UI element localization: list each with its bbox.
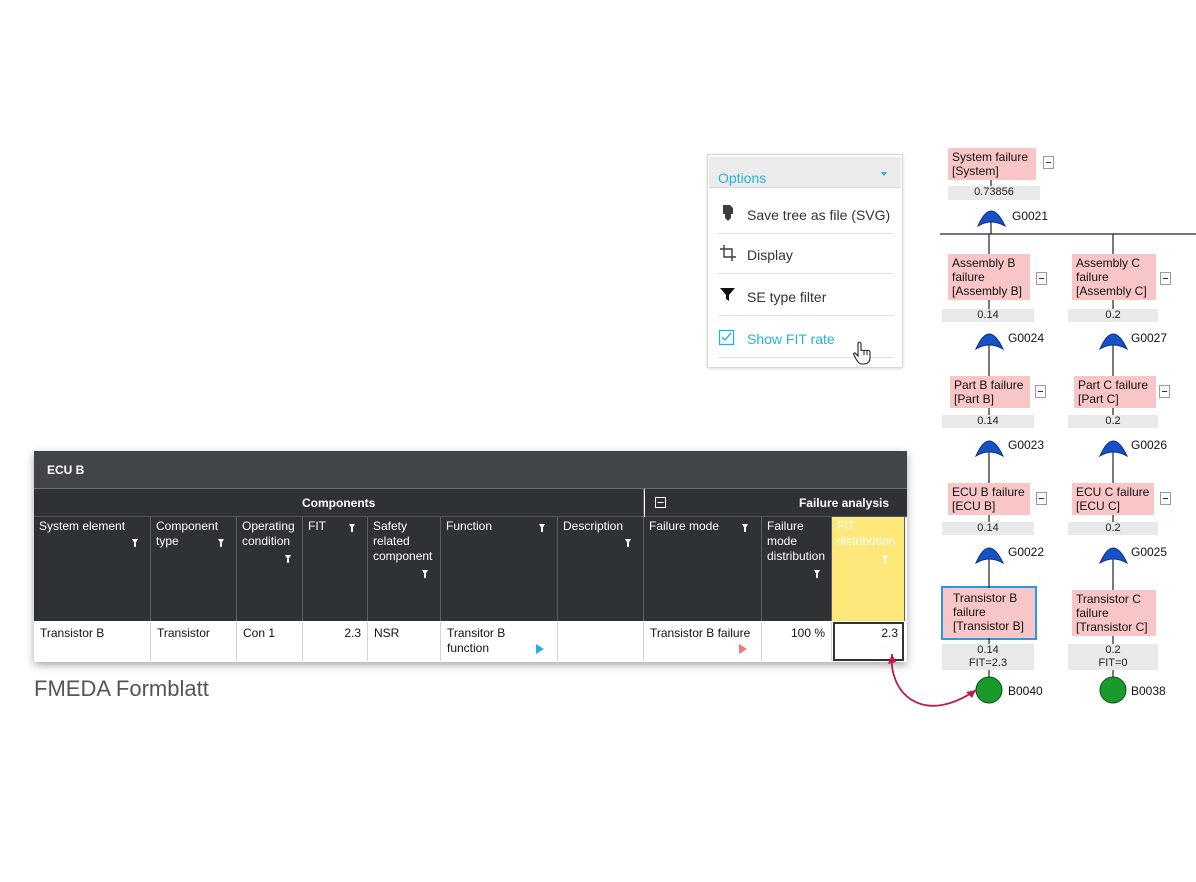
ecu-b-window: ECU B Components Failure analysis System… [34, 451, 907, 662]
display-option[interactable]: Display [718, 235, 894, 274]
column-header-label: Description [563, 519, 624, 533]
chevron-down-icon[interactable] [881, 172, 887, 176]
column-header-description[interactable]: Description [558, 517, 644, 621]
filter-icon[interactable] [882, 555, 888, 563]
navigate-arrow-icon[interactable] [739, 644, 747, 654]
column-header-component-type[interactable]: Component type [151, 517, 237, 621]
cell-function[interactable]: Transitor B function [441, 622, 558, 661]
display-crop-icon [720, 245, 736, 261]
file-save-icon [723, 205, 733, 221]
column-header-label: condition [242, 534, 291, 548]
components-group-header: Components [34, 489, 644, 517]
column-header-safety-related[interactable]: Safety related component [368, 517, 441, 621]
function-text: Transitor B [447, 626, 506, 640]
filter-icon[interactable] [285, 555, 291, 563]
filter-icon[interactable] [814, 570, 820, 578]
filter-icon[interactable] [539, 524, 545, 532]
se-type-filter-label: SE type filter [747, 289, 827, 305]
column-header-label: Failure mode [649, 519, 720, 533]
column-header-fit[interactable]: FIT [303, 517, 368, 621]
hand-cursor-icon [853, 341, 871, 365]
column-header-label: distribution [837, 534, 896, 548]
checkbox-checked-icon[interactable] [718, 327, 738, 347]
fault-tree-connectors [940, 180, 1196, 704]
column-header-label: related [373, 534, 410, 548]
collapse-box-icon[interactable] [655, 497, 666, 508]
or-gate-icon [974, 210, 1129, 565]
column-header-label: distribution [767, 549, 826, 563]
column-header-label: Safety [373, 519, 408, 533]
options-title: Options [718, 170, 767, 186]
navigate-arrow-icon[interactable] [536, 644, 544, 654]
column-header-operating-condition[interactable]: Operating condition [237, 517, 303, 621]
column-header-label: Function [446, 519, 493, 533]
column-header-failure-mode-distribution[interactable]: Failure mode distribution [762, 517, 832, 621]
options-dropdown-header[interactable]: Options [709, 157, 901, 188]
column-header-label: component [373, 549, 433, 563]
window-title-bar: ECU B [34, 451, 907, 489]
column-header-label: Operating [242, 519, 295, 533]
cell-component-type[interactable]: Transistor [151, 622, 237, 661]
options-panel: Options Save tree as file (SVG) Display … [707, 154, 903, 368]
column-header-function[interactable]: Function [441, 517, 558, 621]
failure-analysis-group-label: Failure analysis [798, 496, 889, 510]
cell-description[interactable] [558, 622, 644, 661]
column-header-label: System element [39, 519, 126, 533]
failure-analysis-group-header: Failure analysis [645, 489, 907, 517]
column-header-label: mode [767, 534, 798, 548]
filter-icon[interactable] [218, 539, 224, 547]
window-title: ECU B [47, 463, 85, 477]
filter-icon[interactable] [132, 539, 138, 547]
column-header-fit-distribution[interactable]: FIT distribution [832, 517, 905, 621]
column-header-system-element[interactable]: System element [34, 517, 151, 621]
column-header-label: Component [156, 519, 219, 533]
cell-safety-related[interactable]: NSR [368, 622, 441, 661]
save-tree-svg-label: Save tree as file (SVG) [747, 207, 891, 223]
basic-event-circle-icon [975, 676, 1127, 704]
column-header-label: Failure [767, 519, 804, 533]
fmeda-caption: FMEDA Formblatt [34, 676, 209, 701]
filter-icon[interactable] [625, 539, 631, 547]
show-fit-rate-label: Show FIT rate [747, 331, 835, 347]
cell-fit[interactable]: 2.3 [303, 622, 368, 661]
cell-system-element[interactable]: Transistor B [34, 622, 151, 661]
save-tree-svg-option[interactable]: Save tree as file (SVG) [718, 195, 894, 234]
filter-icon[interactable] [742, 524, 748, 532]
cell-failure-mode[interactable]: Transistor B failure [644, 622, 762, 661]
column-header-failure-mode[interactable]: Failure mode [644, 517, 762, 621]
filter-icon[interactable] [349, 524, 355, 532]
display-label: Display [747, 247, 793, 263]
link-arrow [888, 653, 977, 707]
column-header-label: FIT [837, 519, 855, 533]
components-group-label: Components [302, 496, 376, 510]
filter-icon [720, 288, 735, 301]
cell-operating-condition[interactable]: Con 1 [237, 622, 303, 661]
filter-icon[interactable] [422, 570, 428, 578]
se-type-filter-option[interactable]: SE type filter [718, 277, 894, 316]
failure-mode-text: Transistor B failure [650, 626, 751, 640]
cell-failure-mode-distribution[interactable]: 100 % [762, 622, 832, 661]
